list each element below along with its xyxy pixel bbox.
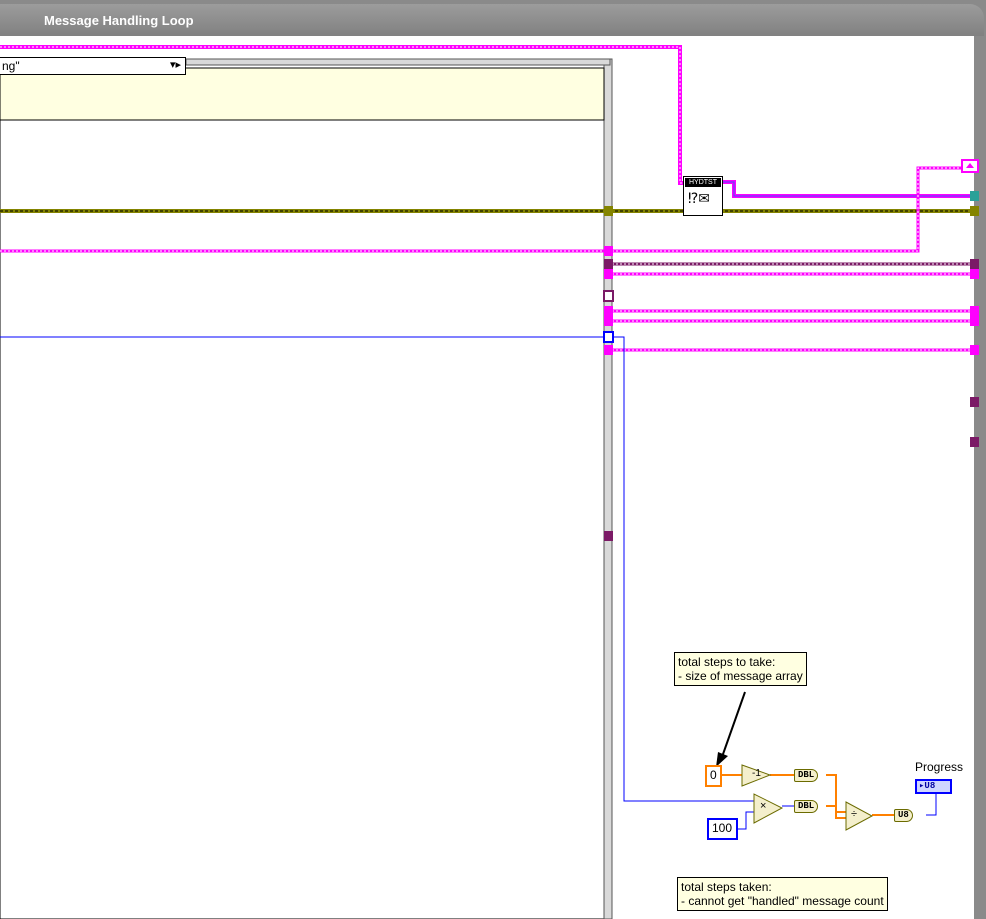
case-selector[interactable]: ng" ▾▸ [0,57,186,75]
comment-line: - size of message array [678,669,803,683]
numeric-wire-count[interactable] [0,336,762,802]
loop-tunnel-ref-1[interactable] [970,259,979,269]
comment-total-steps-to-take: total steps to take: - size of message a… [674,652,807,686]
loop-tunnel-ref-2[interactable] [970,397,979,407]
to-double-node-2[interactable]: DBL [794,800,819,813]
to-double-node-1[interactable]: DBL [794,769,819,782]
cluster-tunnel-2[interactable] [604,269,613,279]
numeric-tunnel[interactable] [603,331,614,343]
case-structure-top-border [185,58,611,66]
loop-tunnel-ref-3[interactable] [970,437,979,447]
subvi-label: HYDTST [685,178,721,187]
loop-tunnel-cluster-5[interactable] [970,345,979,355]
message-queue-icon: ⁉✉ [688,191,710,207]
dbl2-out-wire[interactable] [826,805,846,813]
comment-line: total steps to take: [678,655,776,669]
comment-line: total steps taken: [681,880,772,894]
cluster-tunnel-4[interactable] [604,316,613,326]
case-structure-frame [0,58,613,919]
loop-tunnel-cluster-2[interactable] [970,269,979,279]
reference-tunnel-2[interactable] [603,290,614,302]
divide-label: ÷ [851,808,858,820]
progress-indicator[interactable]: ▸U8 [915,779,952,794]
loop-tunnel-cluster-3[interactable] [970,306,979,316]
comment-pointer [721,691,746,758]
constant-zero[interactable]: 0 [705,765,722,787]
divide-node[interactable] [845,801,874,831]
case-selector-arrow-icon[interactable]: ▾▸ [170,58,181,71]
reference-tunnel-3[interactable] [604,531,613,541]
case-selector-label: ng" [2,59,20,73]
to-u8-node[interactable]: U8 [894,809,913,822]
loop-tunnel-cluster-4[interactable] [970,316,979,326]
loop-tunnel-subvi[interactable] [970,191,979,201]
cluster-tunnel-5[interactable] [604,345,613,355]
constant-hundred[interactable]: 100 [707,818,738,840]
indicator-type: U8 [924,781,936,791]
progress-label: Progress [915,760,964,774]
multiply-label: × [760,800,767,812]
reference-tunnel-1[interactable] [604,259,613,269]
subvi-node[interactable]: HYDTST ⁉✉ [683,176,723,216]
case-structure-border [603,58,613,919]
comment-total-steps-taken: total steps taken: - cannot get "handled… [677,877,888,911]
comment-line: - cannot get "handled" message count [681,894,884,908]
decrement-label: -1 [752,768,761,779]
case-comment-box [0,67,605,121]
loop-tunnel-error[interactable] [970,206,979,216]
cluster-tunnel-1[interactable] [604,246,613,256]
multiply-node[interactable] [753,793,784,824]
wire-layer [0,45,979,919]
error-tunnel[interactable] [604,206,613,216]
subvi-output-wire[interactable] [723,180,974,198]
cluster-tunnel-3[interactable] [604,306,613,316]
